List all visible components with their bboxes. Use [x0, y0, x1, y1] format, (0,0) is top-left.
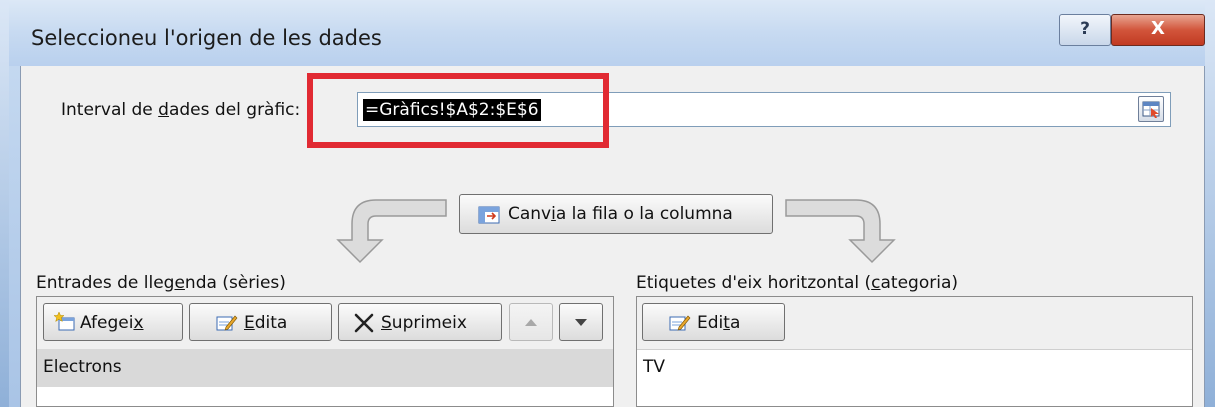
dialog-window: Seleccioneu l'origen de les dades ? X In… [0, 0, 1215, 407]
range-picker-icon [1142, 101, 1160, 118]
range-highlight-box [307, 73, 609, 148]
category-labels-panel: Edita TV [636, 296, 1193, 407]
switch-row-column-icon [478, 206, 500, 224]
close-button[interactable]: X [1111, 14, 1205, 46]
curved-arrow-left-icon [336, 199, 447, 264]
background-window-edge [0, 0, 9, 407]
edit-icon [216, 315, 238, 331]
edit-icon [669, 315, 691, 331]
category-labels-label: Etiquetes d'eix horitzontal (categoria) [636, 273, 959, 293]
edit-series-button[interactable]: Edita [189, 303, 332, 341]
dialog-title: Seleccioneu l'origen de les dades [31, 26, 382, 50]
legend-entries-label: Entrades de llegenda (sèries) [36, 273, 286, 293]
delete-icon [354, 313, 374, 333]
move-up-button[interactable] [509, 303, 553, 341]
background-window-edge-right [1205, 0, 1215, 407]
category-list-item[interactable]: TV [637, 349, 1192, 387]
dialog-body: Interval de dades del gràfic: =Gràfics!$… [20, 66, 1205, 407]
switch-row-column-label: Canvia la fila o la columna [508, 204, 733, 224]
curved-arrow-right-icon [785, 199, 896, 264]
category-toolbar: Edita [637, 297, 1192, 350]
legend-entries-panel: Afegeix Edita Suprimeix Electrons [36, 296, 614, 407]
add-icon [54, 312, 75, 331]
remove-series-button[interactable]: Suprimeix [338, 303, 502, 341]
help-button[interactable]: ? [1059, 14, 1111, 46]
arrow-down-icon [575, 319, 587, 326]
switch-row-column-button[interactable]: Canvia la fila o la columna [459, 194, 773, 234]
legend-toolbar: Afegeix Edita Suprimeix [37, 297, 613, 350]
series-name: Electrons [43, 357, 122, 377]
edit-categories-label: Edita [697, 313, 741, 333]
series-list-item[interactable]: Electrons [37, 349, 613, 387]
remove-series-label: Suprimeix [381, 313, 467, 333]
category-name: TV [643, 357, 666, 377]
add-series-label: Afegeix [80, 313, 144, 333]
move-down-button[interactable] [559, 303, 603, 341]
collapse-dialog-button[interactable] [1138, 96, 1164, 122]
chart-range-label: Interval de dades del gràfic: [61, 100, 301, 120]
arrow-up-icon [525, 319, 537, 326]
title-bar[interactable]: Seleccioneu l'origen de les dades ? X [9, 0, 1205, 66]
edit-series-label: Edita [244, 313, 288, 333]
edit-categories-button[interactable]: Edita [642, 303, 785, 341]
add-series-button[interactable]: Afegeix [43, 303, 183, 341]
